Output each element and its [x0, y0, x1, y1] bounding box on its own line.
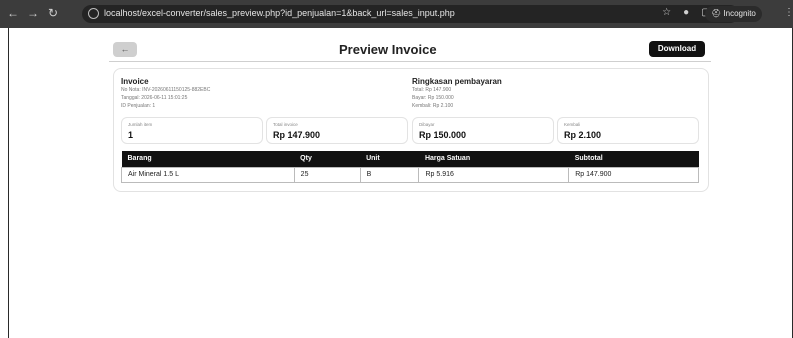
stat-card-total-invoice: Total invoice Rp 147.900	[266, 117, 408, 144]
download-button[interactable]: Download	[649, 41, 705, 57]
sales-id: ID Penjualan: 1	[121, 103, 156, 109]
stat-label: Dibayar	[419, 122, 435, 127]
stat-card-item-count: Jumlah item 1	[121, 117, 263, 144]
stat-label: Total invoice	[273, 122, 298, 127]
stat-card-change: Kembali Rp 2.100	[557, 117, 699, 144]
incognito-icon: ⛑	[711, 9, 722, 18]
column-header-unit-price: Harga Satuan	[418, 151, 569, 167]
menu-icon[interactable]: ⋮	[784, 7, 793, 18]
stat-value: Rp 147.900	[273, 130, 321, 140]
column-header-qty: Qty	[294, 151, 361, 167]
divider	[109, 61, 711, 62]
forward-arrow-icon[interactable]: →	[26, 6, 40, 20]
extension-icon[interactable]: ●	[683, 7, 689, 18]
cell-item: Air Mineral 1.5 L	[121, 166, 295, 183]
column-header-item: Barang	[121, 151, 295, 167]
invoice-date: Tanggal: 2026-06-11 15:01:25	[121, 95, 188, 101]
back-button[interactable]: ←	[113, 42, 137, 57]
stat-label: Jumlah item	[128, 122, 153, 127]
summary-paid: Bayar: Rp 150.000	[412, 95, 454, 101]
stat-value: 1	[128, 130, 134, 140]
table-header-row: Barang Qty Unit Harga Satuan Subtotal	[121, 151, 699, 167]
reload-icon[interactable]: ↻	[46, 6, 60, 20]
url-text[interactable]: localhost/excel-converter/sales_preview.…	[104, 8, 455, 18]
page-content: ← Preview Invoice Download Invoice No No…	[8, 28, 793, 338]
site-info-icon[interactable]	[88, 8, 99, 19]
stat-value: Rp 2.100	[564, 130, 602, 140]
page-title: Preview Invoice	[339, 42, 437, 57]
summary-change: Kembali: Rp 2.100	[412, 103, 454, 109]
summary-total: Total: Rp 147.900	[412, 87, 452, 93]
invoice-number: No Nota: INV-20260611150125-882EBC	[121, 87, 211, 93]
column-header-unit: Unit	[360, 151, 419, 167]
invoice-heading: Invoice	[121, 77, 149, 86]
invoice-items-table: Barang Qty Unit Harga Satuan Subtotal Ai…	[121, 151, 699, 183]
stat-card-paid: Dibayar Rp 150.000	[412, 117, 554, 144]
bookmark-star-icon[interactable]: ☆	[662, 7, 671, 18]
payment-summary-heading: Ringkasan pembayaran	[412, 77, 502, 86]
table-row: Air Mineral 1.5 L 25 B Rp 5.916 Rp 147.9…	[121, 166, 699, 183]
cell-unit: B	[359, 166, 420, 183]
address-bar[interactable]: localhost/excel-converter/sales_preview.…	[82, 5, 739, 23]
back-arrow-icon[interactable]: ←	[6, 6, 20, 20]
cell-qty: 25	[293, 166, 361, 183]
stat-label: Kembali	[564, 122, 581, 127]
column-header-subtotal: Subtotal	[568, 151, 699, 167]
browser-toolbar: ← → ↻ localhost/excel-converter/sales_pr…	[0, 0, 793, 28]
cell-unit-price: Rp 5.916	[418, 166, 570, 183]
incognito-label: Incognito	[723, 9, 756, 18]
cell-subtotal: Rp 147.900	[568, 166, 699, 183]
incognito-badge[interactable]: ⛑ Incognito	[705, 6, 762, 22]
invoice-card: Invoice No Nota: INV-20260611150125-882E…	[113, 68, 709, 192]
stat-value: Rp 150.000	[419, 130, 467, 140]
